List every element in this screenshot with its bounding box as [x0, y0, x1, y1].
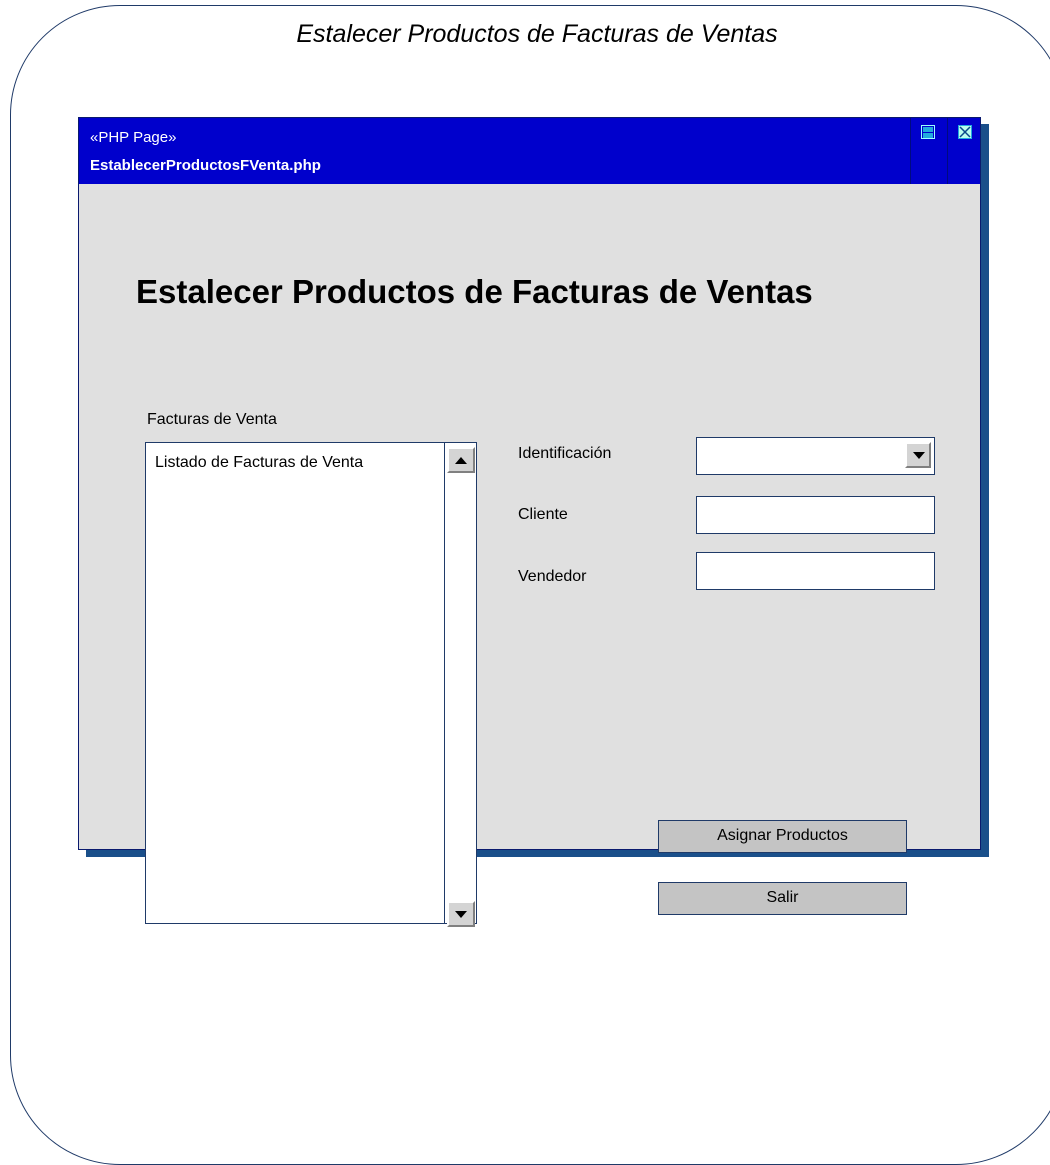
exit-button[interactable]: Salir	[658, 882, 907, 915]
window-titlebar: «PHP Page» EstablecerProductosFVenta.php	[79, 118, 980, 184]
maximize-icon[interactable]	[921, 125, 935, 139]
php-page-window: «PHP Page» EstablecerProductosFVenta.php…	[78, 117, 981, 927]
vendedor-field[interactable]	[696, 552, 935, 590]
chevron-down-icon	[913, 452, 925, 459]
diagram-title: Estalecer Productos de Facturas de Venta…	[296, 20, 778, 48]
list-item[interactable]: Listado de Facturas de Venta	[155, 454, 363, 472]
page-title: Estalecer Productos de Facturas de Venta…	[136, 273, 813, 310]
assign-products-button[interactable]: Asignar Productos	[658, 820, 907, 853]
cliente-label: Cliente	[518, 506, 568, 523]
titlebar-divider	[947, 118, 948, 184]
page-stereotype: «PHP Page»	[90, 129, 177, 146]
identificacion-select[interactable]	[696, 437, 935, 475]
cliente-field[interactable]	[696, 496, 935, 534]
dropdown-button[interactable]	[905, 442, 931, 468]
vendedor-label: Vendedor	[518, 568, 587, 585]
titlebar-divider	[910, 118, 911, 184]
arrow-up-icon	[455, 457, 467, 464]
invoices-label: Facturas de Venta	[147, 411, 277, 428]
arrow-down-icon	[455, 911, 467, 918]
listbox-scrollbar[interactable]	[444, 443, 476, 927]
invoices-listbox[interactable]: Listado de Facturas de Venta	[145, 442, 477, 927]
scroll-up-button[interactable]	[447, 447, 475, 473]
page-filename: EstablecerProductosFVenta.php	[90, 157, 321, 174]
identificacion-label: Identificación	[518, 445, 612, 462]
scroll-down-button[interactable]	[447, 901, 475, 927]
close-icon[interactable]	[958, 125, 972, 139]
